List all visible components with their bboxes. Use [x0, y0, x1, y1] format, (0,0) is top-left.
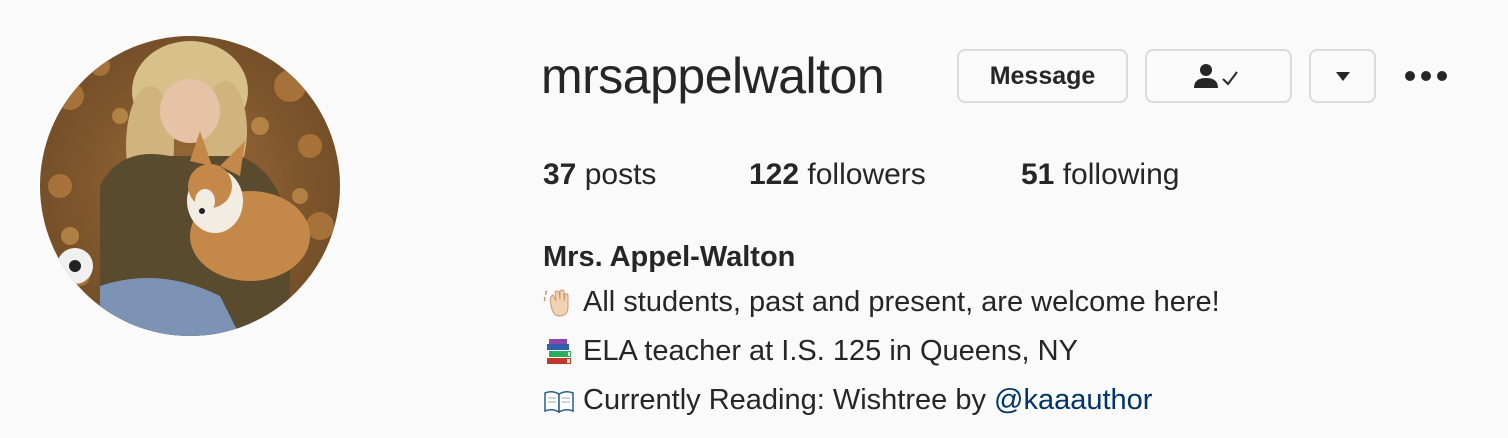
following-count-label: following [1062, 158, 1180, 191]
avatar[interactable] [40, 36, 340, 336]
following-count-value: 51 [1021, 158, 1055, 191]
profile-bio: Mrs. Appel-Walton All students, past and… [543, 236, 1443, 425]
profile-header: mrsappelwalton Message 37 posts 122 foll… [0, 0, 1508, 438]
followers-count-label: followers [807, 158, 926, 191]
suggested-accounts-button[interactable] [1309, 49, 1376, 103]
followers-count-value: 122 [749, 158, 800, 191]
message-button-label: Message [989, 61, 1096, 90]
following-button[interactable] [1145, 49, 1292, 103]
message-button[interactable]: Message [957, 49, 1128, 103]
posts-count-value: 37 [543, 158, 577, 191]
username: mrsappelwalton [541, 48, 885, 104]
posts-count: 37 posts [543, 155, 656, 195]
posts-count-label: posts [584, 158, 657, 191]
bio-text: All students, past and present, are welc… [583, 286, 1220, 318]
caret-down-icon [1335, 72, 1350, 81]
open-book-icon [544, 390, 574, 413]
bio-line: All students, past and present, are welc… [543, 278, 1443, 327]
mention-link[interactable]: @kaaauthor [994, 384, 1152, 416]
options-button[interactable] [1398, 58, 1454, 94]
bio-line: ELA teacher at I.S. 125 in Queens, NY [543, 327, 1443, 376]
following-link[interactable]: 51 following [1021, 155, 1179, 195]
bio-text: Currently Reading: Wishtree by @kaaautho… [583, 376, 1152, 425]
bio-text-prefix: Currently Reading: Wishtree by [583, 384, 994, 416]
bio-line: Currently Reading: Wishtree by @kaaautho… [543, 376, 1443, 425]
full-name: Mrs. Appel-Walton [543, 241, 796, 273]
books-icon [547, 338, 571, 364]
waving-hand-icon [543, 289, 569, 317]
bio-text: ELA teacher at I.S. 125 in Queens, NY [583, 335, 1078, 367]
followers-link[interactable]: 122 followers [749, 155, 926, 195]
ellipsis-icon [1405, 71, 1447, 81]
avatar-photo [40, 36, 340, 336]
person-check-icon [1193, 64, 1238, 88]
